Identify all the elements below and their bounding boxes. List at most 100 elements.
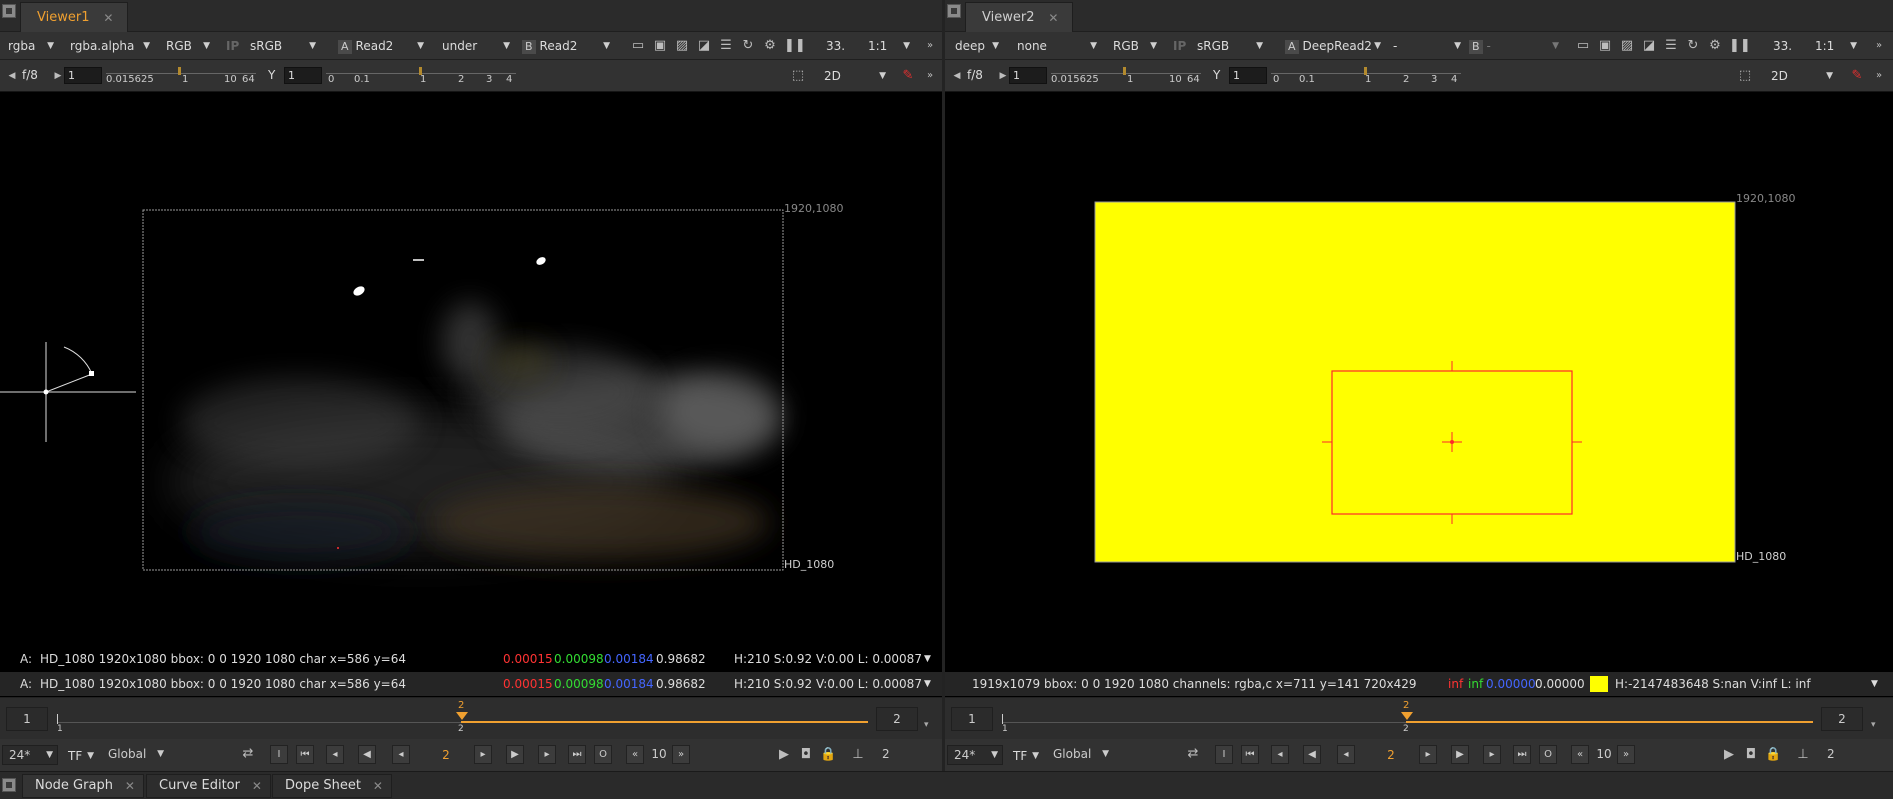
color-picker-icon[interactable]: ✎: [900, 68, 916, 84]
arrow-left-icon[interactable]: ◀: [4, 68, 20, 84]
input-b-dropdown[interactable]: B Read2 ▼: [520, 37, 612, 55]
more-icon[interactable]: »: [922, 38, 938, 54]
pane-menu-icon[interactable]: [947, 4, 961, 18]
mask-icon[interactable]: ▣: [652, 38, 668, 54]
in-point-button[interactable]: I: [1215, 745, 1233, 764]
arrow-left-icon[interactable]: ◀: [949, 68, 965, 84]
pane-menu-icon[interactable]: [2, 4, 16, 18]
gamma-input[interactable]: 1: [1229, 67, 1267, 84]
viewer1-timeline[interactable]: 1 1 2 2 2 ▾: [0, 697, 942, 739]
pane-menu-icon[interactable]: [2, 778, 16, 792]
settings-icon[interactable]: ⚙: [762, 38, 778, 54]
chevron-down-icon[interactable]: ▾: [1871, 720, 1876, 730]
lines-icon[interactable]: ☰: [1663, 38, 1679, 54]
gain-input[interactable]: 1: [64, 67, 102, 84]
camera-gizmo[interactable]: [0, 342, 136, 442]
slider-handle[interactable]: [178, 67, 181, 75]
in-point-field[interactable]: 1: [951, 707, 993, 731]
clipping-icon[interactable]: ◪: [696, 38, 712, 54]
refresh-icon[interactable]: ↻: [740, 38, 756, 54]
fps-dropdown[interactable]: 24* ▼: [2, 745, 58, 765]
display-channel-dropdown[interactable]: RGB ▼: [1111, 37, 1159, 55]
play-backward-button[interactable]: ◀: [1303, 745, 1321, 764]
chevron-down-icon[interactable]: ▼: [924, 672, 931, 696]
scale-dropdown[interactable]: 1:1 ▼: [1813, 37, 1859, 55]
lock-icon[interactable]: 🔒: [820, 747, 836, 763]
step-back-button[interactable]: ◂: [1337, 745, 1355, 764]
gain-slider[interactable]: 0.015625 1 10 64: [106, 67, 256, 85]
record-icon[interactable]: ◘: [798, 747, 814, 763]
lock-icon[interactable]: 🔒: [1765, 747, 1781, 763]
range-dropdown[interactable]: Global ▼: [1047, 745, 1113, 765]
playhead-sync-icon[interactable]: ⊥: [850, 747, 866, 763]
slider-handle[interactable]: [1123, 67, 1126, 75]
close-icon[interactable]: ✕: [125, 775, 135, 797]
play-forward-button[interactable]: ▶: [506, 745, 524, 764]
gamma-slider[interactable]: 0 0.1 1 2 3 4: [1271, 67, 1461, 85]
end-frame-field[interactable]: 2: [876, 745, 918, 765]
gamma-input[interactable]: 1: [284, 67, 322, 84]
input-a-dropdown[interactable]: A Read2 ▼: [336, 37, 426, 55]
wipe-mode-dropdown[interactable]: under ▼: [440, 37, 512, 55]
out-point-field[interactable]: 2: [1821, 707, 1863, 731]
more-icon[interactable]: »: [1871, 38, 1887, 54]
playhead-marker[interactable]: [456, 712, 468, 720]
current-frame-field[interactable]: 2: [434, 746, 458, 764]
alpha-channel-dropdown[interactable]: rgba.alpha ▼: [68, 37, 152, 55]
mask-icon[interactable]: ▣: [1597, 38, 1613, 54]
ip-toggle[interactable]: IP: [1171, 37, 1191, 55]
timeline-track[interactable]: 1 2 2: [1002, 700, 1813, 734]
viewer2-timeline[interactable]: 1 1 2 2 2 ▾: [945, 697, 1893, 739]
chevron-down-icon[interactable]: ▾: [924, 720, 929, 730]
skip-back-button[interactable]: «: [626, 745, 644, 764]
tab-node-graph[interactable]: Node Graph ✕: [22, 774, 144, 798]
play-backward-button[interactable]: ◀: [358, 745, 376, 764]
roi-icon[interactable]: ▭: [630, 38, 646, 54]
flipbook-icon[interactable]: ▶: [1721, 747, 1737, 763]
channels-dropdown[interactable]: deep ▼: [953, 37, 1001, 55]
chevron-down-icon[interactable]: ▼: [1871, 672, 1878, 696]
more-icon[interactable]: »: [1871, 68, 1887, 84]
pause-icon[interactable]: ❚❚: [784, 38, 806, 54]
in-point-button[interactable]: I: [270, 745, 288, 764]
first-frame-button[interactable]: ⏮: [1241, 745, 1259, 764]
more-icon[interactable]: »: [922, 68, 938, 84]
loop-mode-icon[interactable]: ⇄: [1185, 746, 1201, 762]
input-a-dropdown[interactable]: A DeepRead2 ▼: [1283, 37, 1383, 55]
frame-increment-field[interactable]: 10: [648, 747, 670, 761]
refresh-icon[interactable]: ↻: [1685, 38, 1701, 54]
pause-icon[interactable]: ❚❚: [1729, 38, 1751, 54]
timeline-track[interactable]: 1 2 2: [57, 700, 868, 734]
tf-dropdown[interactable]: TF ▼: [66, 747, 96, 765]
wipe-mode-dropdown[interactable]: - ▼: [1391, 37, 1463, 55]
zoom-dropdown[interactable]: 33.: [824, 37, 860, 55]
view-mode-dropdown[interactable]: 2D ▼: [822, 67, 888, 85]
roi-icon[interactable]: ▭: [1575, 38, 1591, 54]
gain-input[interactable]: 1: [1009, 67, 1047, 84]
playhead-marker[interactable]: [1401, 712, 1413, 720]
display-channel-dropdown[interactable]: RGB ▼: [164, 37, 212, 55]
tab-curve-editor[interactable]: Curve Editor ✕: [146, 774, 271, 798]
close-icon[interactable]: ✕: [373, 775, 383, 797]
gain-slider[interactable]: 0.015625 1 10 64: [1051, 67, 1201, 85]
region-select-icon[interactable]: ⬚: [1737, 68, 1753, 84]
out-point-field[interactable]: 2: [876, 707, 918, 731]
playhead-sync-icon[interactable]: ⊥: [1795, 747, 1811, 763]
colorspace-dropdown[interactable]: sRGB ▼: [1195, 37, 1265, 55]
step-forward-button[interactable]: ▸: [1419, 745, 1437, 764]
last-frame-button[interactable]: ⏭: [1513, 745, 1531, 764]
in-point-field[interactable]: 1: [6, 707, 48, 731]
alpha-channel-dropdown[interactable]: none ▼: [1015, 37, 1099, 55]
lines-icon[interactable]: ☰: [718, 38, 734, 54]
color-picker-icon[interactable]: ✎: [1849, 68, 1865, 84]
close-icon[interactable]: ✕: [103, 3, 113, 33]
channels-dropdown[interactable]: rgba ▼: [6, 37, 56, 55]
loop-mode-icon[interactable]: ⇄: [240, 746, 256, 762]
ip-toggle[interactable]: IP: [224, 37, 244, 55]
flipbook-icon[interactable]: ▶: [776, 747, 792, 763]
view-mode-dropdown[interactable]: 2D ▼: [1769, 67, 1835, 85]
step-forward-button[interactable]: ▸: [474, 745, 492, 764]
viewer2-canvas[interactable]: 1920,1080 HD_1080: [945, 92, 1893, 646]
tf-dropdown[interactable]: TF ▼: [1011, 747, 1041, 765]
close-icon[interactable]: ✕: [1048, 3, 1058, 33]
